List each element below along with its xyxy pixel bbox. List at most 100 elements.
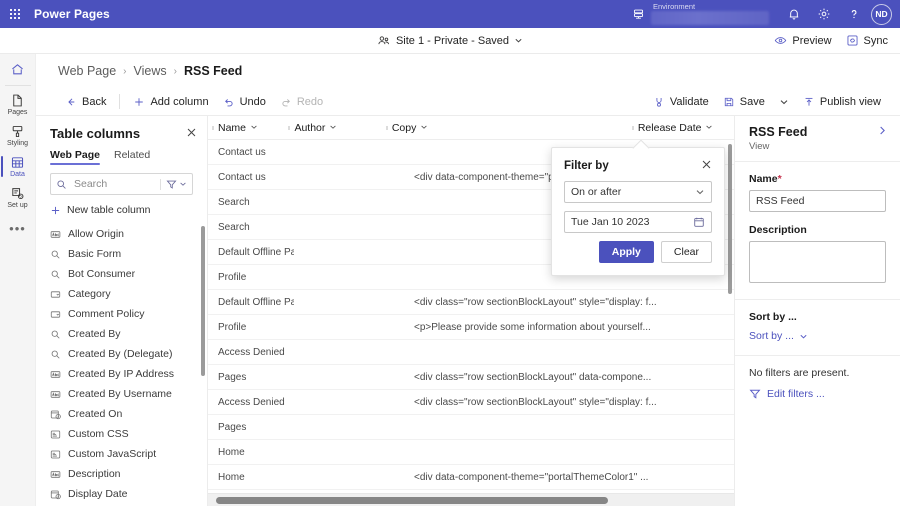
breadcrumb-separator: › bbox=[123, 65, 127, 77]
table-column-item-label: Display Date bbox=[68, 488, 128, 500]
table-columns-tabs: Web Page Related bbox=[36, 147, 207, 165]
grid-column-header-name[interactable]: Name bbox=[208, 122, 284, 134]
site-status-group[interactable]: Site 1 - Private - Saved bbox=[0, 34, 900, 48]
save-button[interactable]: Save bbox=[716, 93, 772, 111]
name-field-label: Name* bbox=[749, 173, 886, 185]
sidebar-item-pages[interactable]: Pages bbox=[0, 89, 36, 120]
preview-button[interactable]: Preview bbox=[774, 34, 832, 47]
edit-filters-button[interactable]: Edit filters ... bbox=[749, 388, 886, 400]
table-column-item[interactable]: Created By (Delegate) bbox=[36, 344, 207, 364]
sidebar-item-styling[interactable]: Styling bbox=[0, 120, 36, 151]
grid-column-header-release-date[interactable]: Release Date bbox=[628, 122, 734, 134]
columns-list-scrollbar[interactable] bbox=[201, 226, 205, 376]
search-box[interactable] bbox=[50, 173, 193, 195]
validate-button[interactable]: Validate bbox=[646, 93, 716, 111]
cell-name: Search bbox=[218, 221, 250, 233]
publish-view-label: Publish view bbox=[819, 95, 881, 108]
redo-button[interactable]: Redo bbox=[273, 93, 330, 111]
table-column-item[interactable]: Category bbox=[36, 284, 207, 304]
user-avatar[interactable]: ND bbox=[871, 3, 892, 25]
cell-copy: <div data-component-theme="portalThemeCo… bbox=[414, 471, 649, 483]
table-row[interactable]: Pages <div class="row sectionBlockLayout"… bbox=[208, 365, 734, 390]
description-textarea[interactable] bbox=[749, 241, 886, 283]
properties-subtitle: View bbox=[749, 141, 770, 152]
table-column-item[interactable]: Custom JavaScript bbox=[36, 444, 207, 464]
grid-horizontal-scrollbar-thumb[interactable] bbox=[216, 497, 608, 504]
breadcrumb: Web Page › Views › RSS Feed bbox=[36, 54, 900, 88]
table-row[interactable]: Access Denied bbox=[208, 340, 734, 365]
cell-name: Access Denied bbox=[218, 396, 285, 408]
filter-date-input[interactable]: Tue Jan 10 2023 bbox=[564, 211, 712, 233]
name-input[interactable] bbox=[749, 190, 886, 212]
edit-filters-label: Edit filters ... bbox=[767, 388, 825, 400]
cell-name: Default Offline Page bbox=[218, 296, 294, 308]
sidebar-item-setup[interactable]: Set up bbox=[0, 182, 36, 213]
publish-view-button[interactable]: Publish view bbox=[796, 93, 888, 111]
table-column-item[interactable]: Bot Consumer bbox=[36, 264, 207, 284]
sync-button[interactable]: Sync bbox=[846, 34, 888, 47]
clear-button[interactable]: Clear bbox=[660, 241, 712, 263]
column-filter-button[interactable] bbox=[160, 178, 187, 190]
grid-vertical-scrollbar[interactable] bbox=[728, 144, 732, 294]
site-bar: Site 1 - Private - Saved Preview Sync bbox=[0, 28, 900, 54]
table-column-item[interactable]: Display Date bbox=[36, 484, 207, 504]
table-column-item[interactable]: Created By IP Address bbox=[36, 364, 207, 384]
calendar-icon[interactable] bbox=[693, 216, 705, 228]
filter-funnel-icon bbox=[166, 179, 177, 190]
grid-column-header-author[interactable]: Author bbox=[284, 122, 381, 134]
tab-web-page[interactable]: Web Page bbox=[50, 149, 100, 165]
table-row[interactable]: Access Denied <div class="row sectionBloc… bbox=[208, 390, 734, 415]
table-row[interactable]: Home <div data-component-theme="portalThe… bbox=[208, 465, 734, 490]
chevron-down-icon[interactable] bbox=[514, 36, 523, 45]
close-icon[interactable] bbox=[701, 159, 712, 172]
environment-icon[interactable] bbox=[625, 0, 651, 28]
back-label: Back bbox=[82, 95, 107, 108]
tab-related[interactable]: Related bbox=[114, 149, 150, 165]
table-columns-list[interactable]: Allow Origin Basic Form Bot Consumer Catego… bbox=[36, 224, 207, 506]
table-row[interactable]: Default Offline Page <div class="row sect… bbox=[208, 290, 734, 315]
table-row[interactable]: Pages bbox=[208, 415, 734, 440]
site-status-text: Site 1 - Private - Saved bbox=[395, 34, 510, 47]
grid-column-header-copy[interactable]: Copy bbox=[382, 122, 628, 134]
chevron-right-icon[interactable] bbox=[877, 125, 888, 139]
save-label: Save bbox=[739, 95, 765, 108]
cell-name: Default Offline Page bbox=[218, 246, 294, 258]
add-column-button[interactable]: Add column bbox=[126, 93, 215, 111]
settings-gear-icon[interactable] bbox=[809, 0, 839, 28]
breadcrumb-item-views[interactable]: Views bbox=[134, 64, 167, 78]
table-row[interactable]: Profile <p>Please provide some informatio… bbox=[208, 315, 734, 340]
sort-by-section: Sort by ... Sort by ... bbox=[735, 300, 900, 356]
styling-brush-icon bbox=[10, 124, 25, 139]
grid-horizontal-scrollbar[interactable] bbox=[208, 493, 734, 506]
close-icon[interactable] bbox=[186, 127, 197, 140]
apply-button[interactable]: Apply bbox=[598, 241, 654, 263]
search-input[interactable] bbox=[72, 177, 155, 191]
table-column-item[interactable]: Created By Username bbox=[36, 384, 207, 404]
save-options-chevron[interactable] bbox=[772, 94, 796, 110]
table-column-item[interactable]: Created By bbox=[36, 324, 207, 344]
cell-name: Search bbox=[218, 196, 250, 208]
breadcrumb-item-web-page[interactable]: Web Page bbox=[58, 64, 116, 78]
new-table-column-button[interactable]: New table column bbox=[50, 204, 193, 216]
rail-overflow-button[interactable]: ••• bbox=[9, 213, 26, 244]
sort-by-dropdown[interactable]: Sort by ... bbox=[749, 330, 886, 342]
sidebar-item-data[interactable]: Data bbox=[0, 151, 36, 182]
notifications-bell-icon[interactable] bbox=[779, 0, 809, 28]
table-row[interactable]: Home bbox=[208, 440, 734, 465]
app-brand-title: Power Pages bbox=[34, 7, 110, 21]
table-column-item[interactable]: Basic Form bbox=[36, 244, 207, 264]
back-button[interactable]: Back bbox=[58, 93, 113, 111]
waffle-icon[interactable] bbox=[0, 9, 30, 19]
table-column-item[interactable]: Allow Origin bbox=[36, 224, 207, 244]
table-columns-title: Table columns bbox=[50, 126, 141, 141]
table-column-item[interactable]: Created On bbox=[36, 404, 207, 424]
table-column-item[interactable]: Description bbox=[36, 464, 207, 484]
filter-operator-dropdown[interactable]: On or after bbox=[564, 181, 712, 203]
environment-selector[interactable]: Environment bbox=[651, 0, 773, 28]
undo-button[interactable]: Undo bbox=[216, 93, 273, 111]
table-column-item[interactable]: Custom CSS bbox=[36, 424, 207, 444]
help-question-icon[interactable] bbox=[839, 0, 869, 28]
sidebar-item-home[interactable] bbox=[0, 56, 36, 84]
properties-header-row: RSS Feed bbox=[749, 125, 888, 139]
table-column-item[interactable]: Comment Policy bbox=[36, 304, 207, 324]
